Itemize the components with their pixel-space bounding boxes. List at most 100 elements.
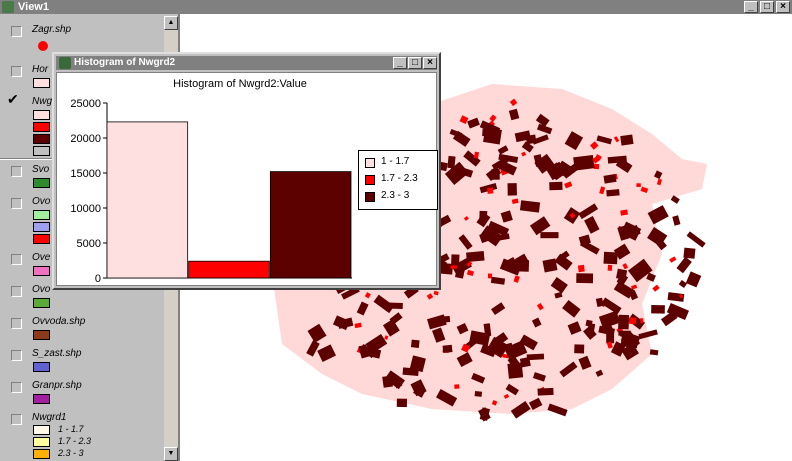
layer-name-zagr[interactable]: Zagr.shp bbox=[32, 24, 71, 35]
nwgrd1-class3-label: 2.3 - 3 bbox=[58, 448, 84, 458]
y-tick-label: 15000 bbox=[70, 168, 101, 180]
layer-checkbox-hor[interactable] bbox=[11, 66, 22, 77]
nwgrd1-class2-label: 1.7 - 2.3 bbox=[58, 436, 92, 446]
dialog-minimize-button[interactable]: _ bbox=[393, 57, 407, 69]
map-block bbox=[410, 339, 420, 348]
map-block bbox=[577, 264, 585, 273]
map-block bbox=[640, 318, 644, 324]
layer-checkbox-svo[interactable] bbox=[11, 166, 22, 177]
y-tick-label: 5000 bbox=[77, 238, 101, 250]
map-block bbox=[537, 387, 554, 396]
map-block bbox=[636, 183, 641, 188]
legend-label-2: 1.7 - 2.3 bbox=[381, 173, 418, 184]
map-block bbox=[450, 265, 458, 269]
layer-name-hor[interactable]: Hor bbox=[32, 64, 48, 75]
map-block bbox=[616, 268, 628, 280]
map-block bbox=[519, 357, 531, 368]
map-block bbox=[396, 398, 408, 408]
layer-name-ovo2[interactable]: Ovo bbox=[32, 284, 50, 295]
y-tick-label: 10000 bbox=[70, 203, 101, 215]
y-tick-label: 0 bbox=[95, 273, 101, 285]
map-block bbox=[678, 279, 688, 288]
nwgrd1-class3-swatch bbox=[33, 449, 50, 459]
y-tick-label: 25000 bbox=[70, 98, 101, 110]
map-block bbox=[652, 284, 660, 292]
map-block bbox=[606, 189, 620, 197]
layer-name-ovvoda[interactable]: Ovvoda.shp bbox=[32, 316, 85, 327]
layer-checkbox-ovo2[interactable] bbox=[11, 286, 22, 297]
map-block bbox=[574, 344, 585, 354]
scroll-down-button[interactable]: ▼ bbox=[164, 447, 178, 461]
layer-checkbox-ovo[interactable] bbox=[11, 198, 22, 209]
map-block bbox=[651, 305, 665, 314]
red-dot-icon bbox=[38, 41, 48, 51]
layer-checkbox-ovvoda[interactable] bbox=[11, 318, 22, 329]
nwgrd2-class1-swatch bbox=[33, 110, 50, 120]
layer-swatch-ove bbox=[33, 266, 50, 276]
dialog-titlebar[interactable]: Histogram of Nwgrd2 _ □ × bbox=[56, 56, 437, 70]
histogram-dialog[interactable]: Histogram of Nwgrd2 _ □ × Histogram of N… bbox=[52, 52, 441, 290]
layer-checkbox-nwgrd1[interactable] bbox=[11, 414, 22, 425]
layer-swatch-ovo2 bbox=[33, 298, 50, 308]
map-block bbox=[507, 362, 524, 379]
legend-label-3: 2.3 - 3 bbox=[381, 190, 410, 201]
map-block bbox=[669, 256, 677, 263]
layer-name-ovo[interactable]: Ovo bbox=[32, 196, 50, 207]
ovo-class1-swatch bbox=[33, 210, 50, 220]
map-block bbox=[442, 344, 453, 354]
layer-name-granpr[interactable]: Granpr.shp bbox=[32, 380, 82, 391]
close-button[interactable]: × bbox=[776, 1, 790, 13]
window-titlebar: View1 _ □ × bbox=[0, 0, 792, 14]
layer-swatch-szast bbox=[33, 362, 50, 372]
map-block bbox=[507, 183, 517, 196]
map-block bbox=[603, 251, 618, 265]
map-block bbox=[438, 315, 451, 323]
nwgrd1-class1-swatch bbox=[33, 425, 50, 435]
map-block bbox=[542, 258, 558, 273]
map-block bbox=[676, 256, 692, 274]
map-block bbox=[672, 215, 681, 226]
dialog-maximize-button[interactable]: □ bbox=[408, 57, 422, 69]
dialog-icon bbox=[59, 57, 71, 69]
layer-checkbox-zagr[interactable] bbox=[11, 26, 22, 37]
ovo-class2-swatch bbox=[33, 222, 50, 232]
dialog-close-button[interactable]: × bbox=[423, 57, 437, 69]
layer-checkbox-nwgrd2[interactable] bbox=[7, 91, 20, 108]
map-block bbox=[402, 367, 419, 376]
ovo-class3-swatch bbox=[33, 234, 50, 244]
map-block bbox=[593, 163, 600, 170]
maximize-button[interactable]: □ bbox=[760, 1, 774, 13]
legend-swatch-2 bbox=[365, 175, 375, 185]
layer-swatch-svo bbox=[33, 178, 50, 188]
layer-swatch-granpr bbox=[33, 394, 50, 404]
map-block bbox=[512, 259, 530, 272]
layer-checkbox-ove[interactable] bbox=[11, 254, 22, 265]
map-block bbox=[685, 271, 702, 288]
map-block bbox=[482, 128, 501, 138]
map-block bbox=[607, 264, 613, 271]
map-block bbox=[487, 187, 494, 194]
layer-checkbox-szast[interactable] bbox=[11, 350, 22, 361]
dialog-title: Histogram of Nwgrd2 bbox=[74, 57, 176, 68]
legend-swatch-1 bbox=[365, 158, 375, 168]
map-block bbox=[454, 384, 460, 389]
layer-name-nwgrd1[interactable]: Nwgrd1 bbox=[32, 412, 66, 423]
layer-name-szast[interactable]: S_zast.shp bbox=[32, 348, 81, 359]
histogram-chart-area: Histogram of Nwgrd2:Value 0 5000 10000 1500… bbox=[56, 72, 438, 286]
histogram-bar bbox=[106, 121, 189, 279]
chart-legend: 1 - 1.7 1.7 - 2.3 2.3 - 3 bbox=[358, 150, 438, 210]
map-block bbox=[576, 273, 594, 284]
scroll-up-button[interactable]: ▲ bbox=[164, 16, 178, 30]
map-block bbox=[474, 391, 483, 397]
map-block bbox=[587, 323, 596, 332]
layer-name-svo[interactable]: Svo bbox=[32, 164, 49, 175]
window-title: View1 bbox=[18, 1, 49, 13]
chart-title: Histogram of Nwgrd2:Value bbox=[173, 78, 307, 90]
layer-swatch-hor bbox=[33, 78, 50, 88]
minimize-button[interactable]: _ bbox=[744, 1, 758, 13]
map-block bbox=[447, 155, 456, 169]
layer-name-ove[interactable]: Ove bbox=[32, 252, 50, 263]
map-block bbox=[540, 232, 559, 239]
layer-checkbox-granpr[interactable] bbox=[11, 382, 22, 393]
map-block bbox=[479, 210, 488, 219]
